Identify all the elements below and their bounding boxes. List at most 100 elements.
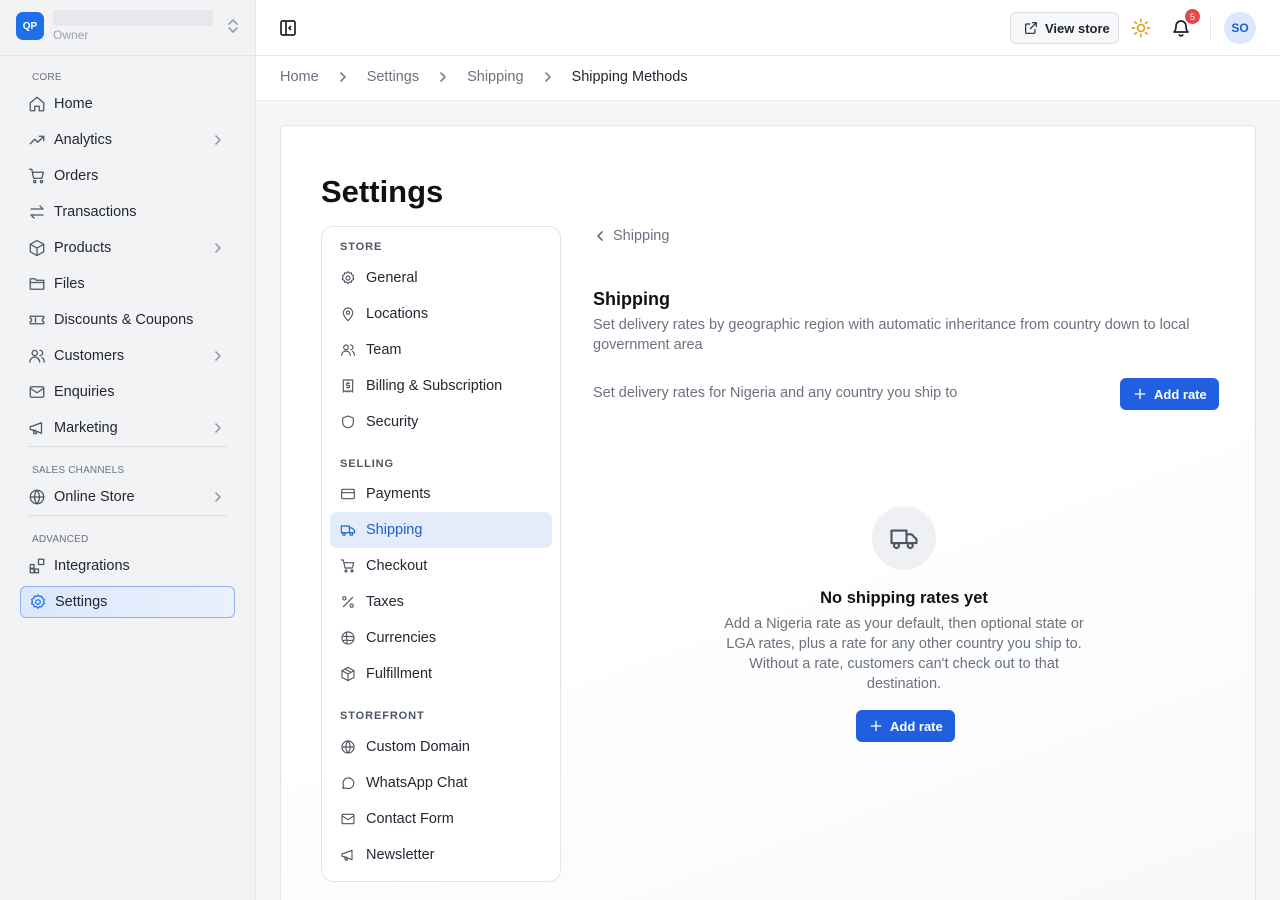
- sidebar-item-enquiries[interactable]: Enquiries: [20, 376, 235, 408]
- users-icon: [340, 342, 356, 358]
- breadcrumb-shipping[interactable]: Shipping: [467, 69, 523, 85]
- page-title: Settings: [321, 174, 444, 209]
- section-subtitle: Set delivery rates for Nigeria and any c…: [593, 385, 958, 401]
- sidebar-item-discounts[interactable]: Discounts & Coupons: [20, 304, 235, 336]
- settings-item-label: Fulfillment: [366, 666, 433, 682]
- breadcrumb-settings[interactable]: Settings: [367, 69, 419, 85]
- coins-icon: [340, 630, 356, 646]
- sidebar-item-orders[interactable]: Orders: [20, 160, 235, 192]
- settings-section-selling: SELLING: [340, 458, 394, 470]
- box-icon: [28, 239, 46, 257]
- settings-item-label: Taxes: [366, 594, 404, 610]
- view-store-button[interactable]: View store: [1010, 12, 1119, 44]
- settings-item-label: Shipping: [366, 522, 423, 538]
- settings-item-label: Payments: [366, 486, 431, 502]
- settings-item-security[interactable]: Security: [330, 404, 552, 440]
- empty-state-description: Add a Nigeria rate as your default, then…: [724, 616, 1084, 692]
- settings-item-currencies[interactable]: Currencies: [330, 620, 552, 656]
- empty-state-title: No shipping rates yet: [820, 589, 988, 607]
- chevron-right-icon: [211, 241, 225, 255]
- breadcrumb-home[interactable]: Home: [280, 69, 319, 85]
- breadcrumb-current: Shipping Methods: [571, 69, 688, 85]
- plus-icon: [1132, 386, 1148, 402]
- sidebar-section-core: CORE: [32, 72, 62, 83]
- cart-icon: [28, 167, 46, 185]
- view-store-label: View store: [1045, 20, 1110, 36]
- sidebar-item-label: Transactions: [54, 204, 137, 220]
- workspace-role: Owner: [53, 28, 89, 42]
- sidebar-section-sales-channels: SALES CHANNELS: [32, 465, 125, 476]
- sidebar-item-label: Marketing: [54, 420, 118, 436]
- sidebar-item-settings[interactable]: Settings: [20, 586, 235, 618]
- settings-item-label: Contact Form: [366, 811, 454, 827]
- avatar[interactable]: SO: [1224, 12, 1256, 44]
- truck-icon: [340, 522, 356, 538]
- cart-icon: [340, 558, 356, 574]
- chevrons-up-down-icon: [226, 17, 240, 35]
- sidebar-item-transactions[interactable]: Transactions: [20, 196, 235, 228]
- settings-nav: STORE General Locations Team Billing & S…: [321, 226, 561, 882]
- ticket-icon: [28, 311, 46, 329]
- arrows-exchange-icon: [28, 203, 46, 221]
- sidebar-item-marketing[interactable]: Marketing: [20, 412, 235, 444]
- folder-icon: [28, 275, 46, 293]
- settings-item-label: WhatsApp Chat: [366, 775, 468, 791]
- settings-item-payments[interactable]: Payments: [330, 476, 552, 512]
- settings-item-general[interactable]: General: [330, 260, 552, 296]
- mail-icon: [340, 811, 356, 827]
- sidebar-item-products[interactable]: Products: [20, 232, 235, 264]
- settings-section-storefront: STOREFRONT: [340, 710, 425, 722]
- receipt-icon: [340, 378, 356, 394]
- settings-item-label: Checkout: [366, 558, 428, 574]
- settings-item-locations[interactable]: Locations: [330, 296, 552, 332]
- gear-icon: [29, 593, 47, 611]
- settings-item-fulfillment[interactable]: Fulfillment: [330, 656, 552, 692]
- sidebar-item-analytics[interactable]: Analytics: [20, 124, 235, 156]
- sidebar-item-label: Settings: [55, 594, 108, 610]
- shield-icon: [340, 414, 356, 430]
- back-label: Shipping: [613, 228, 670, 244]
- settings-item-newsletter[interactable]: Newsletter: [330, 837, 552, 873]
- notification-badge: 5: [1185, 9, 1200, 24]
- breadcrumb: Home Settings Shipping Shipping Methods: [280, 69, 688, 85]
- workspace-name-redacted: [53, 10, 213, 26]
- sidebar-divider: [28, 446, 227, 447]
- sidebar-item-files[interactable]: Files: [20, 268, 235, 300]
- settings-item-checkout[interactable]: Checkout: [330, 548, 552, 584]
- top-bar: View store 5 SO: [256, 0, 1280, 56]
- chevron-right-icon: [436, 70, 450, 84]
- sidebar-item-customers[interactable]: Customers: [20, 340, 235, 372]
- back-to-shipping-link[interactable]: Shipping: [593, 228, 669, 244]
- sidebar-item-home[interactable]: Home: [20, 88, 235, 120]
- users-icon: [28, 347, 46, 365]
- settings-item-billing[interactable]: Billing & Subscription: [330, 368, 552, 404]
- settings-item-custom-domain[interactable]: Custom Domain: [330, 729, 552, 765]
- gear-icon: [340, 270, 356, 286]
- settings-item-whatsapp[interactable]: WhatsApp Chat: [330, 765, 552, 801]
- chevron-right-icon: [211, 490, 225, 504]
- sidebar: QP Owner CORE Home Analytics Orders Tran…: [0, 0, 256, 900]
- workspace-switcher[interactable]: QP Owner: [16, 10, 240, 42]
- sidebar-divider: [28, 515, 227, 516]
- globe-icon: [28, 488, 46, 506]
- sidebar-item-label: Files: [54, 276, 85, 292]
- topbar-divider: [1210, 16, 1211, 40]
- globe-icon: [340, 739, 356, 755]
- sun-icon[interactable]: [1131, 18, 1151, 38]
- add-rate-label: Add rate: [1154, 386, 1207, 402]
- settings-item-shipping[interactable]: Shipping: [330, 512, 552, 548]
- settings-item-team[interactable]: Team: [330, 332, 552, 368]
- settings-item-taxes[interactable]: Taxes: [330, 584, 552, 620]
- settings-item-label: Custom Domain: [366, 739, 470, 755]
- sidebar-toggle-icon[interactable]: [278, 18, 298, 38]
- sidebar-item-label: Enquiries: [54, 384, 115, 400]
- sidebar-item-integrations[interactable]: Integrations: [20, 550, 235, 582]
- sidebar-item-label: Discounts & Coupons: [54, 312, 194, 328]
- empty-add-rate-button[interactable]: Add rate: [856, 710, 955, 742]
- workspace-logo: QP: [16, 12, 44, 40]
- megaphone-icon: [340, 847, 356, 863]
- settings-item-label: Billing & Subscription: [366, 378, 503, 394]
- sidebar-item-online-store[interactable]: Online Store: [20, 481, 235, 513]
- settings-item-contact-form[interactable]: Contact Form: [330, 801, 552, 837]
- add-rate-button[interactable]: Add rate: [1120, 378, 1219, 410]
